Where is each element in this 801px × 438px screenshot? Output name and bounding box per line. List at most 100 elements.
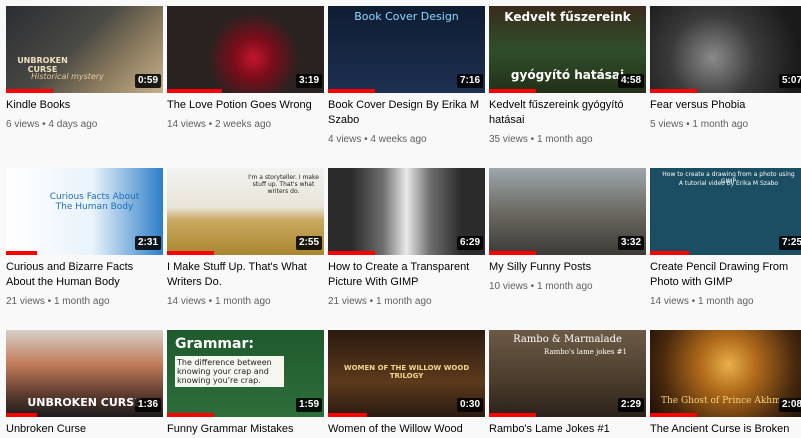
duration-badge: 2:29 [617,398,644,412]
video-meta: 14 views • 1 month ago [167,295,324,308]
video-card[interactable]: Curious Facts About The Human Body 2:31 Cu… [6,168,163,308]
video-thumbnail[interactable]: UNBROKEN CURSE 1:36 [6,330,163,417]
video-thumbnail[interactable]: 3:32 [489,168,646,255]
upload-age: 1 month ago [536,134,593,145]
video-title[interactable]: Book Cover Design By Erika M Szabo [328,98,485,128]
view-count: 6 views [6,119,40,130]
view-count: 21 views [6,296,45,307]
video-meta: 14 views • 1 month ago [650,295,801,308]
video-card[interactable]: 5:07 Fear versus Phobia 5 views • 1 month … [650,6,801,131]
watch-progress-bar [328,251,376,255]
video-card[interactable]: 3:19 The Love Potion Goes Wrong 14 views •… [167,6,324,131]
video-thumbnail[interactable]: Rambo & Marmalade Rambo's lame jokes #1 2:… [489,330,646,417]
video-title[interactable]: The Ancient Curse is Broken [650,422,801,437]
view-count: 5 views [650,119,684,130]
upload-age: 4 weeks ago [370,134,427,145]
video-title[interactable]: How to Create a Transparent Picture With… [328,260,485,290]
watch-progress-bar [650,251,690,255]
video-card[interactable]: WOMEN OF THE WILLOW WOOD TRILOGY 0:30 Wome… [328,330,485,437]
watch-progress-bar [167,413,215,417]
thumbnail-subcaption: A tutorial video by Erika M Szabo [678,180,779,187]
duration-badge: 4:58 [617,74,644,88]
video-card[interactable]: The Ghost of Prince Akhmose 2:08 The Ancie… [650,330,801,437]
duration-badge: 7:25 [778,236,801,250]
video-thumbnail[interactable]: UNBROKEN CURSE Historical mystery 0:59 [6,6,163,93]
video-title[interactable]: Rambo's Lame Jokes #1 [489,422,646,437]
upload-age: 1 month ago [697,296,754,307]
thumbnail-caption: Kedvelt fűszereink [504,10,631,24]
video-card[interactable]: Grammar: The difference between knowing y… [167,330,324,437]
video-meta: 21 views • 1 month ago [328,295,485,308]
duration-badge: 7:16 [456,74,483,88]
thumbnail-caption: Curious Facts About The Human Body [49,192,140,212]
video-title[interactable]: Unbroken Curse [6,422,163,437]
video-thumbnail[interactable]: The Ghost of Prince Akhmose 2:08 [650,330,801,417]
video-thumbnail[interactable]: I'm a storyteller. I make stuff up. That… [167,168,324,255]
thumbnail-subcaption: Rambo's lame jokes #1 [543,348,627,356]
upload-age: 2 weeks ago [214,119,272,130]
video-title[interactable]: Create Pencil Drawing From Photo with GI… [650,260,801,290]
video-thumbnail[interactable]: 6:29 [328,168,485,255]
video-meta: 10 views • 1 month ago [489,280,646,293]
thumbnail-caption: Rambo & Marmalade [513,334,622,345]
view-count: 14 views [167,119,206,130]
meta-separator: • [366,296,376,307]
duration-badge: 0:59 [134,74,161,88]
video-title[interactable]: The Love Potion Goes Wrong [167,98,324,113]
watch-progress-bar [6,89,54,93]
meta-separator: • [527,281,537,292]
video-title[interactable]: Curious and Bizarre Facts About the Huma… [6,260,163,290]
duration-badge: 3:19 [295,74,322,88]
video-title[interactable]: Fear versus Phobia [650,98,801,113]
video-thumbnail[interactable]: 5:07 [650,6,801,93]
video-thumbnail[interactable]: Kedvelt fűszereink gyógyító hatásai 4:58 [489,6,646,93]
duration-badge: 5:07 [778,74,801,88]
video-title[interactable]: Women of the Willow Wood [328,422,485,437]
thumbnail-caption: I'm a storyteller. I make stuff up. That… [248,174,319,195]
video-thumbnail[interactable]: Curious Facts About The Human Body 2:31 [6,168,163,255]
video-meta: 21 views • 1 month ago [6,295,163,308]
video-card[interactable]: UNBROKEN CURSE 1:36 Unbroken Curse [6,330,163,437]
watch-progress-bar [328,413,368,417]
upload-age: 1 month ago [53,296,110,307]
watch-progress-bar [650,89,698,93]
video-title[interactable]: Kindle Books [6,98,163,113]
upload-age: 1 month ago [375,296,432,307]
duration-badge: 1:36 [134,398,161,412]
video-thumbnail[interactable]: WOMEN OF THE WILLOW WOOD TRILOGY 0:30 [328,330,485,417]
video-title[interactable]: Funny Grammar Mistakes [167,422,324,437]
watch-progress-bar [650,413,698,417]
view-count: 10 views [489,281,528,292]
video-card[interactable]: Book Cover Design 7:16 Book Cover Design B… [328,6,485,146]
meta-separator: • [205,296,215,307]
watch-progress-bar [167,89,222,93]
video-card[interactable]: I'm a storyteller. I make stuff up. That… [167,168,324,308]
video-card[interactable]: Kedvelt fűszereink gyógyító hatásai 4:58 Ke… [489,6,646,146]
video-title[interactable]: Kedvelt fűszereink gyógyító hatásai [489,98,646,128]
duration-badge: 6:29 [456,236,483,250]
video-thumbnail[interactable]: Grammar: The difference between knowing y… [167,330,324,417]
thumbnail-subcaption: Historical mystery [31,72,104,81]
upload-age: 4 days ago [48,119,98,130]
video-thumbnail[interactable]: How to create a drawing from a photo usi… [650,168,801,255]
video-title[interactable]: I Make Stuff Up. That's What Writers Do. [167,260,324,290]
video-thumbnail[interactable]: 3:19 [167,6,324,93]
duration-badge: 0:30 [456,398,483,412]
video-meta: 4 views • 4 weeks ago [328,133,485,146]
duration-badge: 1:59 [295,398,322,412]
thumbnail-caption: WOMEN OF THE WILLOW WOOD TRILOGY [343,364,470,380]
meta-separator: • [527,134,537,145]
video-card[interactable]: UNBROKEN CURSE Historical mystery 0:59 Kind… [6,6,163,131]
video-thumbnail[interactable]: Book Cover Design 7:16 [328,6,485,93]
video-card[interactable]: Rambo & Marmalade Rambo's lame jokes #1 2:… [489,330,646,437]
video-card[interactable]: 6:29 How to Create a Transparent Picture … [328,168,485,308]
thumbnail-caption: Grammar: [175,336,254,352]
video-card[interactable]: 3:32 My Silly Funny Posts 10 views • 1 mon… [489,168,646,293]
upload-age: 1 month ago [536,281,593,292]
view-count: 14 views [650,296,689,307]
video-meta: 5 views • 1 month ago [650,118,801,131]
video-card[interactable]: How to create a drawing from a photo usi… [650,168,801,308]
video-title[interactable]: My Silly Funny Posts [489,260,646,275]
watch-progress-bar [489,251,537,255]
watch-progress-bar [489,89,537,93]
